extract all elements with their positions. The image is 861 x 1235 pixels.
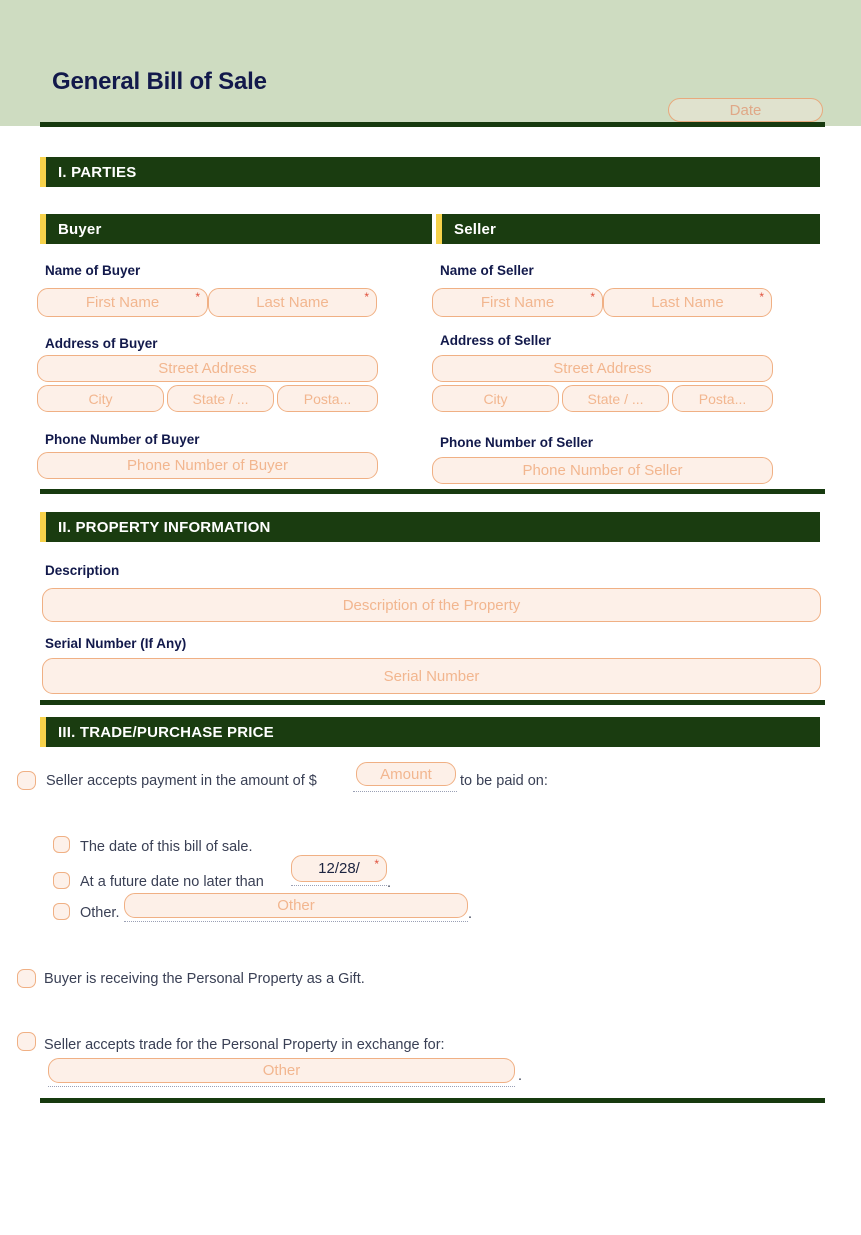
- date-input[interactable]: Date: [668, 98, 823, 122]
- property-serial-input[interactable]: Serial Number: [42, 658, 821, 694]
- buyer-city-input[interactable]: City: [37, 385, 164, 412]
- payment-option-text-before: Seller accepts payment in the amount of …: [46, 773, 317, 789]
- buyer-phone-placeholder: Phone Number of Buyer: [127, 457, 288, 474]
- accent-bar: [436, 214, 442, 244]
- subsection-header-buyer: Buyer: [40, 214, 432, 244]
- other-payment-label: Other.: [80, 905, 120, 921]
- seller-state-input[interactable]: State / ...: [562, 385, 669, 412]
- buyer-phone-input[interactable]: Phone Number of Buyer: [37, 452, 378, 479]
- label-name-of-seller: Name of Seller: [440, 263, 534, 278]
- other-payment-placeholder: Other: [277, 897, 315, 914]
- buyer-last-name-placeholder: Last Name: [256, 294, 329, 311]
- accent-bar: [40, 214, 46, 244]
- future-date-value: 12/28/: [318, 860, 360, 877]
- seller-last-name-input[interactable]: Last Name *: [603, 288, 772, 317]
- seller-city-placeholder: City: [483, 390, 508, 407]
- future-date-text-before: At a future date no later than: [80, 874, 264, 890]
- parties-divider: [40, 489, 825, 494]
- buyer-city-placeholder: City: [88, 390, 113, 407]
- seller-postal-placeholder: Posta...: [698, 390, 747, 407]
- seller-first-name-placeholder: First Name: [480, 294, 555, 311]
- accent-bar: [40, 512, 46, 542]
- buyer-last-name-input[interactable]: Last Name *: [208, 288, 377, 317]
- future-date-input[interactable]: 12/28/ *: [291, 855, 387, 882]
- other-payment-period: .: [468, 906, 473, 922]
- trade-other-placeholder: Other: [262, 1062, 301, 1079]
- seller-last-name-placeholder: Last Name: [651, 294, 724, 311]
- section-header-price: III. TRADE/PURCHASE PRICE: [40, 717, 820, 747]
- trade-option-text: Seller accepts trade for the Personal Pr…: [44, 1037, 445, 1053]
- date-placeholder: Date: [729, 101, 762, 119]
- property-description-input[interactable]: Description of the Property: [42, 588, 821, 622]
- seller-phone-input[interactable]: Phone Number of Seller: [432, 457, 773, 484]
- buyer-first-name-input[interactable]: First Name *: [37, 288, 208, 317]
- document-header: General Bill of Sale Date: [0, 0, 861, 126]
- buyer-postal-input[interactable]: Posta...: [277, 385, 378, 412]
- subsection-header-seller: Seller: [436, 214, 820, 244]
- buyer-street-address-input[interactable]: Street Address: [37, 355, 378, 382]
- gift-option-text: Buyer is receiving the Personal Property…: [44, 971, 365, 987]
- serial-placeholder: Serial Number: [383, 667, 480, 685]
- subsection-title-buyer: Buyer: [58, 220, 102, 238]
- checkbox-other-payment[interactable]: [53, 903, 70, 920]
- label-description: Description: [45, 563, 120, 578]
- section-title-price: III. TRADE/PURCHASE PRICE: [58, 723, 274, 741]
- section-title-property: II. PROPERTY INFORMATION: [58, 518, 271, 536]
- required-asterisk: *: [364, 290, 369, 304]
- required-asterisk: *: [759, 290, 764, 304]
- seller-city-input[interactable]: City: [432, 385, 559, 412]
- page-title: General Bill of Sale: [52, 68, 267, 95]
- bill-date-text: The date of this bill of sale.: [80, 839, 253, 855]
- trade-other-underline: [48, 1085, 515, 1087]
- trade-other-period: .: [518, 1068, 523, 1084]
- accent-bar: [40, 717, 46, 747]
- seller-first-name-input[interactable]: First Name *: [432, 288, 603, 317]
- label-address-of-seller: Address of Seller: [440, 333, 552, 348]
- seller-street-address-input[interactable]: Street Address: [432, 355, 773, 382]
- description-placeholder: Description of the Property: [342, 596, 521, 614]
- amount-underline: [353, 790, 457, 792]
- subsection-title-seller: Seller: [454, 220, 497, 238]
- checkbox-bill-date[interactable]: [53, 836, 70, 853]
- section-header-property: II. PROPERTY INFORMATION: [40, 512, 820, 542]
- checkbox-payment-option[interactable]: [17, 771, 36, 790]
- header-divider: [40, 122, 825, 127]
- checkbox-future-date[interactable]: [53, 872, 70, 889]
- other-payment-input[interactable]: Other: [124, 893, 468, 918]
- seller-street-placeholder: Street Address: [553, 360, 652, 377]
- required-asterisk: *: [590, 290, 595, 304]
- label-name-of-buyer: Name of Buyer: [45, 263, 141, 278]
- section-header-parties: I. PARTIES: [40, 157, 820, 187]
- label-phone-of-buyer: Phone Number of Buyer: [45, 432, 200, 447]
- label-phone-of-seller: Phone Number of Seller: [440, 435, 594, 450]
- buyer-state-placeholder: State / ...: [192, 390, 249, 407]
- seller-postal-input[interactable]: Posta...: [672, 385, 773, 412]
- seller-phone-placeholder: Phone Number of Seller: [522, 462, 683, 479]
- buyer-street-placeholder: Street Address: [158, 360, 257, 377]
- buyer-postal-placeholder: Posta...: [303, 390, 352, 407]
- section-title-parties: I. PARTIES: [58, 163, 137, 181]
- seller-state-placeholder: State / ...: [587, 390, 644, 407]
- amount-placeholder: Amount: [380, 765, 432, 783]
- price-divider: [40, 1098, 825, 1103]
- label-address-of-buyer: Address of Buyer: [45, 336, 158, 351]
- future-date-period: .: [387, 875, 392, 891]
- payment-option-text-after: to be paid on:: [460, 773, 548, 789]
- buyer-state-input[interactable]: State / ...: [167, 385, 274, 412]
- other-payment-underline: [124, 920, 468, 922]
- accent-bar: [40, 157, 46, 187]
- property-divider: [40, 700, 825, 705]
- required-asterisk: *: [374, 857, 379, 871]
- checkbox-trade-option[interactable]: [17, 1032, 36, 1051]
- required-asterisk: *: [195, 290, 200, 304]
- checkbox-gift-option[interactable]: [17, 969, 36, 988]
- trade-other-input[interactable]: Other: [48, 1058, 515, 1083]
- future-date-underline: [291, 884, 387, 886]
- payment-amount-input[interactable]: Amount: [356, 762, 456, 786]
- label-serial-number: Serial Number (If Any): [45, 636, 187, 651]
- buyer-first-name-placeholder: First Name: [85, 294, 160, 311]
